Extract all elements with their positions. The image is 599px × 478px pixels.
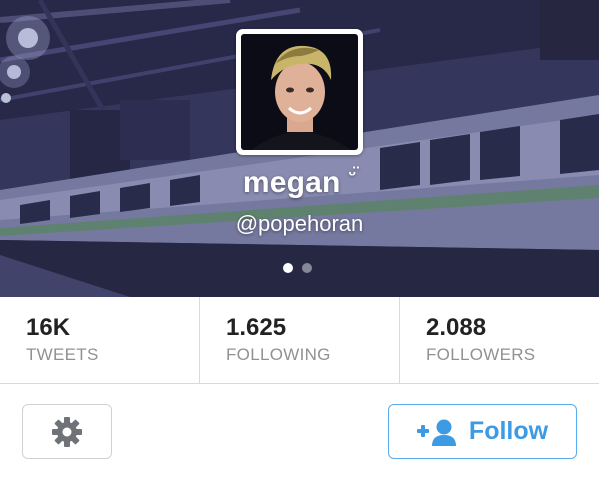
stat-label: FOLLOWING xyxy=(226,345,331,364)
stat-tweets[interactable]: 16K TWEETS xyxy=(0,297,200,383)
avatar-image xyxy=(241,34,358,150)
stat-value: 2.088 xyxy=(426,314,487,341)
profile-name-row: megan ᵕ̈ xyxy=(0,164,599,200)
follow-button[interactable]: Follow xyxy=(388,404,577,459)
profile-stats: 16K TWEETS 1.625 FOLLOWING 2.088 FOLLOWE… xyxy=(0,297,599,384)
follow-label: Follow xyxy=(468,417,549,445)
page-dot-inactive[interactable] xyxy=(302,263,312,273)
stat-label: FOLLOWERS xyxy=(426,345,536,364)
settings-button[interactable] xyxy=(22,404,112,459)
profile-header-banner[interactable]: megan ᵕ̈ @popehoran xyxy=(0,0,599,297)
profile-actions: Follow xyxy=(0,384,599,478)
stat-label: TWEETS xyxy=(26,345,99,364)
profile-handle: @popehoran xyxy=(235,211,364,236)
stat-value: 16K xyxy=(26,314,71,341)
add-user-icon xyxy=(416,419,456,446)
name-emoticon: ᵕ̈ xyxy=(348,164,357,184)
gear-icon xyxy=(52,416,82,447)
page-dot-active[interactable] xyxy=(283,263,293,273)
stat-following[interactable]: 1.625 FOLLOWING xyxy=(200,297,400,383)
profile-name: megan xyxy=(242,166,341,199)
stat-value: 1.625 xyxy=(226,314,287,341)
banner-page-indicator[interactable] xyxy=(283,263,312,273)
profile-avatar[interactable] xyxy=(236,29,363,155)
stat-followers[interactable]: 2.088 FOLLOWERS xyxy=(400,297,599,383)
